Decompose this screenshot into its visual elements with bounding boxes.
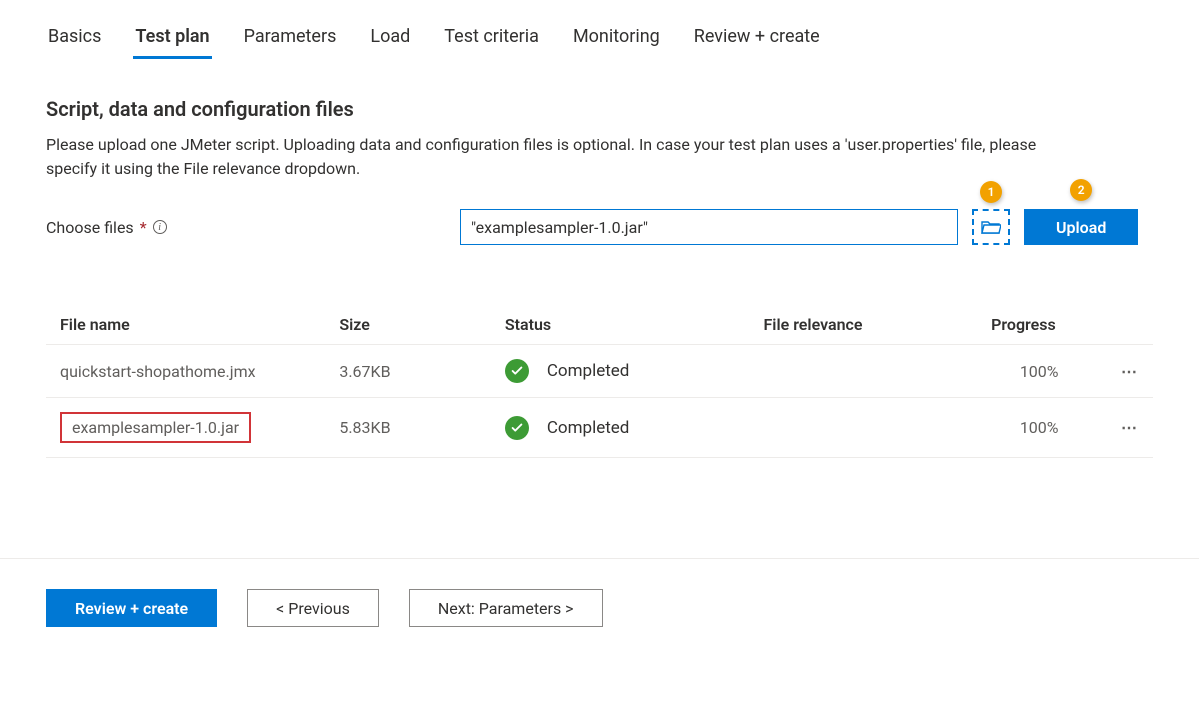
check-icon bbox=[505, 359, 529, 383]
th-size[interactable]: Size bbox=[325, 305, 491, 345]
choose-files-text: Choose files bbox=[46, 218, 134, 237]
upload-button[interactable]: 2 Upload bbox=[1024, 209, 1138, 245]
cell-progress: 100% bbox=[977, 345, 1101, 398]
section-title: Script, data and configuration files bbox=[46, 97, 1153, 121]
file-name-input[interactable] bbox=[460, 209, 958, 245]
tab-test-criteria[interactable]: Test criteria bbox=[442, 20, 541, 57]
info-icon[interactable]: i bbox=[153, 220, 167, 234]
row-more-button[interactable]: ⋯ bbox=[1101, 398, 1153, 458]
tab-basics[interactable]: Basics bbox=[46, 20, 103, 57]
file-upload-row: Choose files * i 1 2 Upload bbox=[46, 209, 1153, 245]
th-file-name[interactable]: File name bbox=[46, 305, 325, 345]
section-description: Please upload one JMeter script. Uploadi… bbox=[46, 133, 1086, 181]
check-icon bbox=[505, 416, 529, 440]
cell-progress: 100% bbox=[977, 398, 1101, 458]
tab-monitoring[interactable]: Monitoring bbox=[571, 20, 662, 57]
th-status[interactable]: Status bbox=[491, 305, 750, 345]
next-button[interactable]: Next: Parameters > bbox=[409, 589, 603, 627]
callout-badge-2: 2 bbox=[1070, 179, 1092, 201]
th-progress[interactable]: Progress bbox=[977, 305, 1101, 345]
required-asterisk: * bbox=[140, 218, 147, 237]
highlighted-file-name: examplesampler-1.0.jar bbox=[60, 412, 251, 443]
tab-test-plan[interactable]: Test plan bbox=[133, 20, 211, 57]
cell-relevance bbox=[750, 345, 978, 398]
folder-open-icon bbox=[981, 219, 1001, 235]
table-row: quickstart-shopathome.jmx 3.67KB Complet… bbox=[46, 345, 1153, 398]
tab-review-create[interactable]: Review + create bbox=[692, 20, 822, 57]
tab-parameters[interactable]: Parameters bbox=[242, 20, 339, 57]
status-text: Completed bbox=[547, 418, 630, 438]
choose-files-label: Choose files * i bbox=[46, 218, 446, 237]
tab-load[interactable]: Load bbox=[368, 20, 412, 57]
review-create-button[interactable]: Review + create bbox=[46, 589, 217, 627]
cell-status: Completed bbox=[505, 359, 736, 383]
status-text: Completed bbox=[547, 361, 630, 381]
cell-file-name: quickstart-shopathome.jmx bbox=[46, 345, 325, 398]
cell-status: Completed bbox=[505, 416, 736, 440]
upload-button-label: Upload bbox=[1056, 218, 1106, 237]
callout-badge-1: 1 bbox=[980, 181, 1002, 203]
th-file-relevance[interactable]: File relevance bbox=[750, 305, 978, 345]
cell-relevance bbox=[750, 398, 978, 458]
cell-size: 3.67KB bbox=[325, 345, 491, 398]
cell-file-name: examplesampler-1.0.jar bbox=[46, 398, 325, 458]
table-row: examplesampler-1.0.jar 5.83KB Completed … bbox=[46, 398, 1153, 458]
row-more-button[interactable]: ⋯ bbox=[1101, 345, 1153, 398]
wizard-tabs: Basics Test plan Parameters Load Test cr… bbox=[46, 20, 1153, 57]
previous-button[interactable]: < Previous bbox=[247, 589, 379, 627]
browse-button[interactable]: 1 bbox=[972, 209, 1010, 245]
wizard-footer: Review + create < Previous Next: Paramet… bbox=[0, 558, 1199, 657]
cell-size: 5.83KB bbox=[325, 398, 491, 458]
files-table: File name Size Status File relevance Pro… bbox=[46, 305, 1153, 458]
